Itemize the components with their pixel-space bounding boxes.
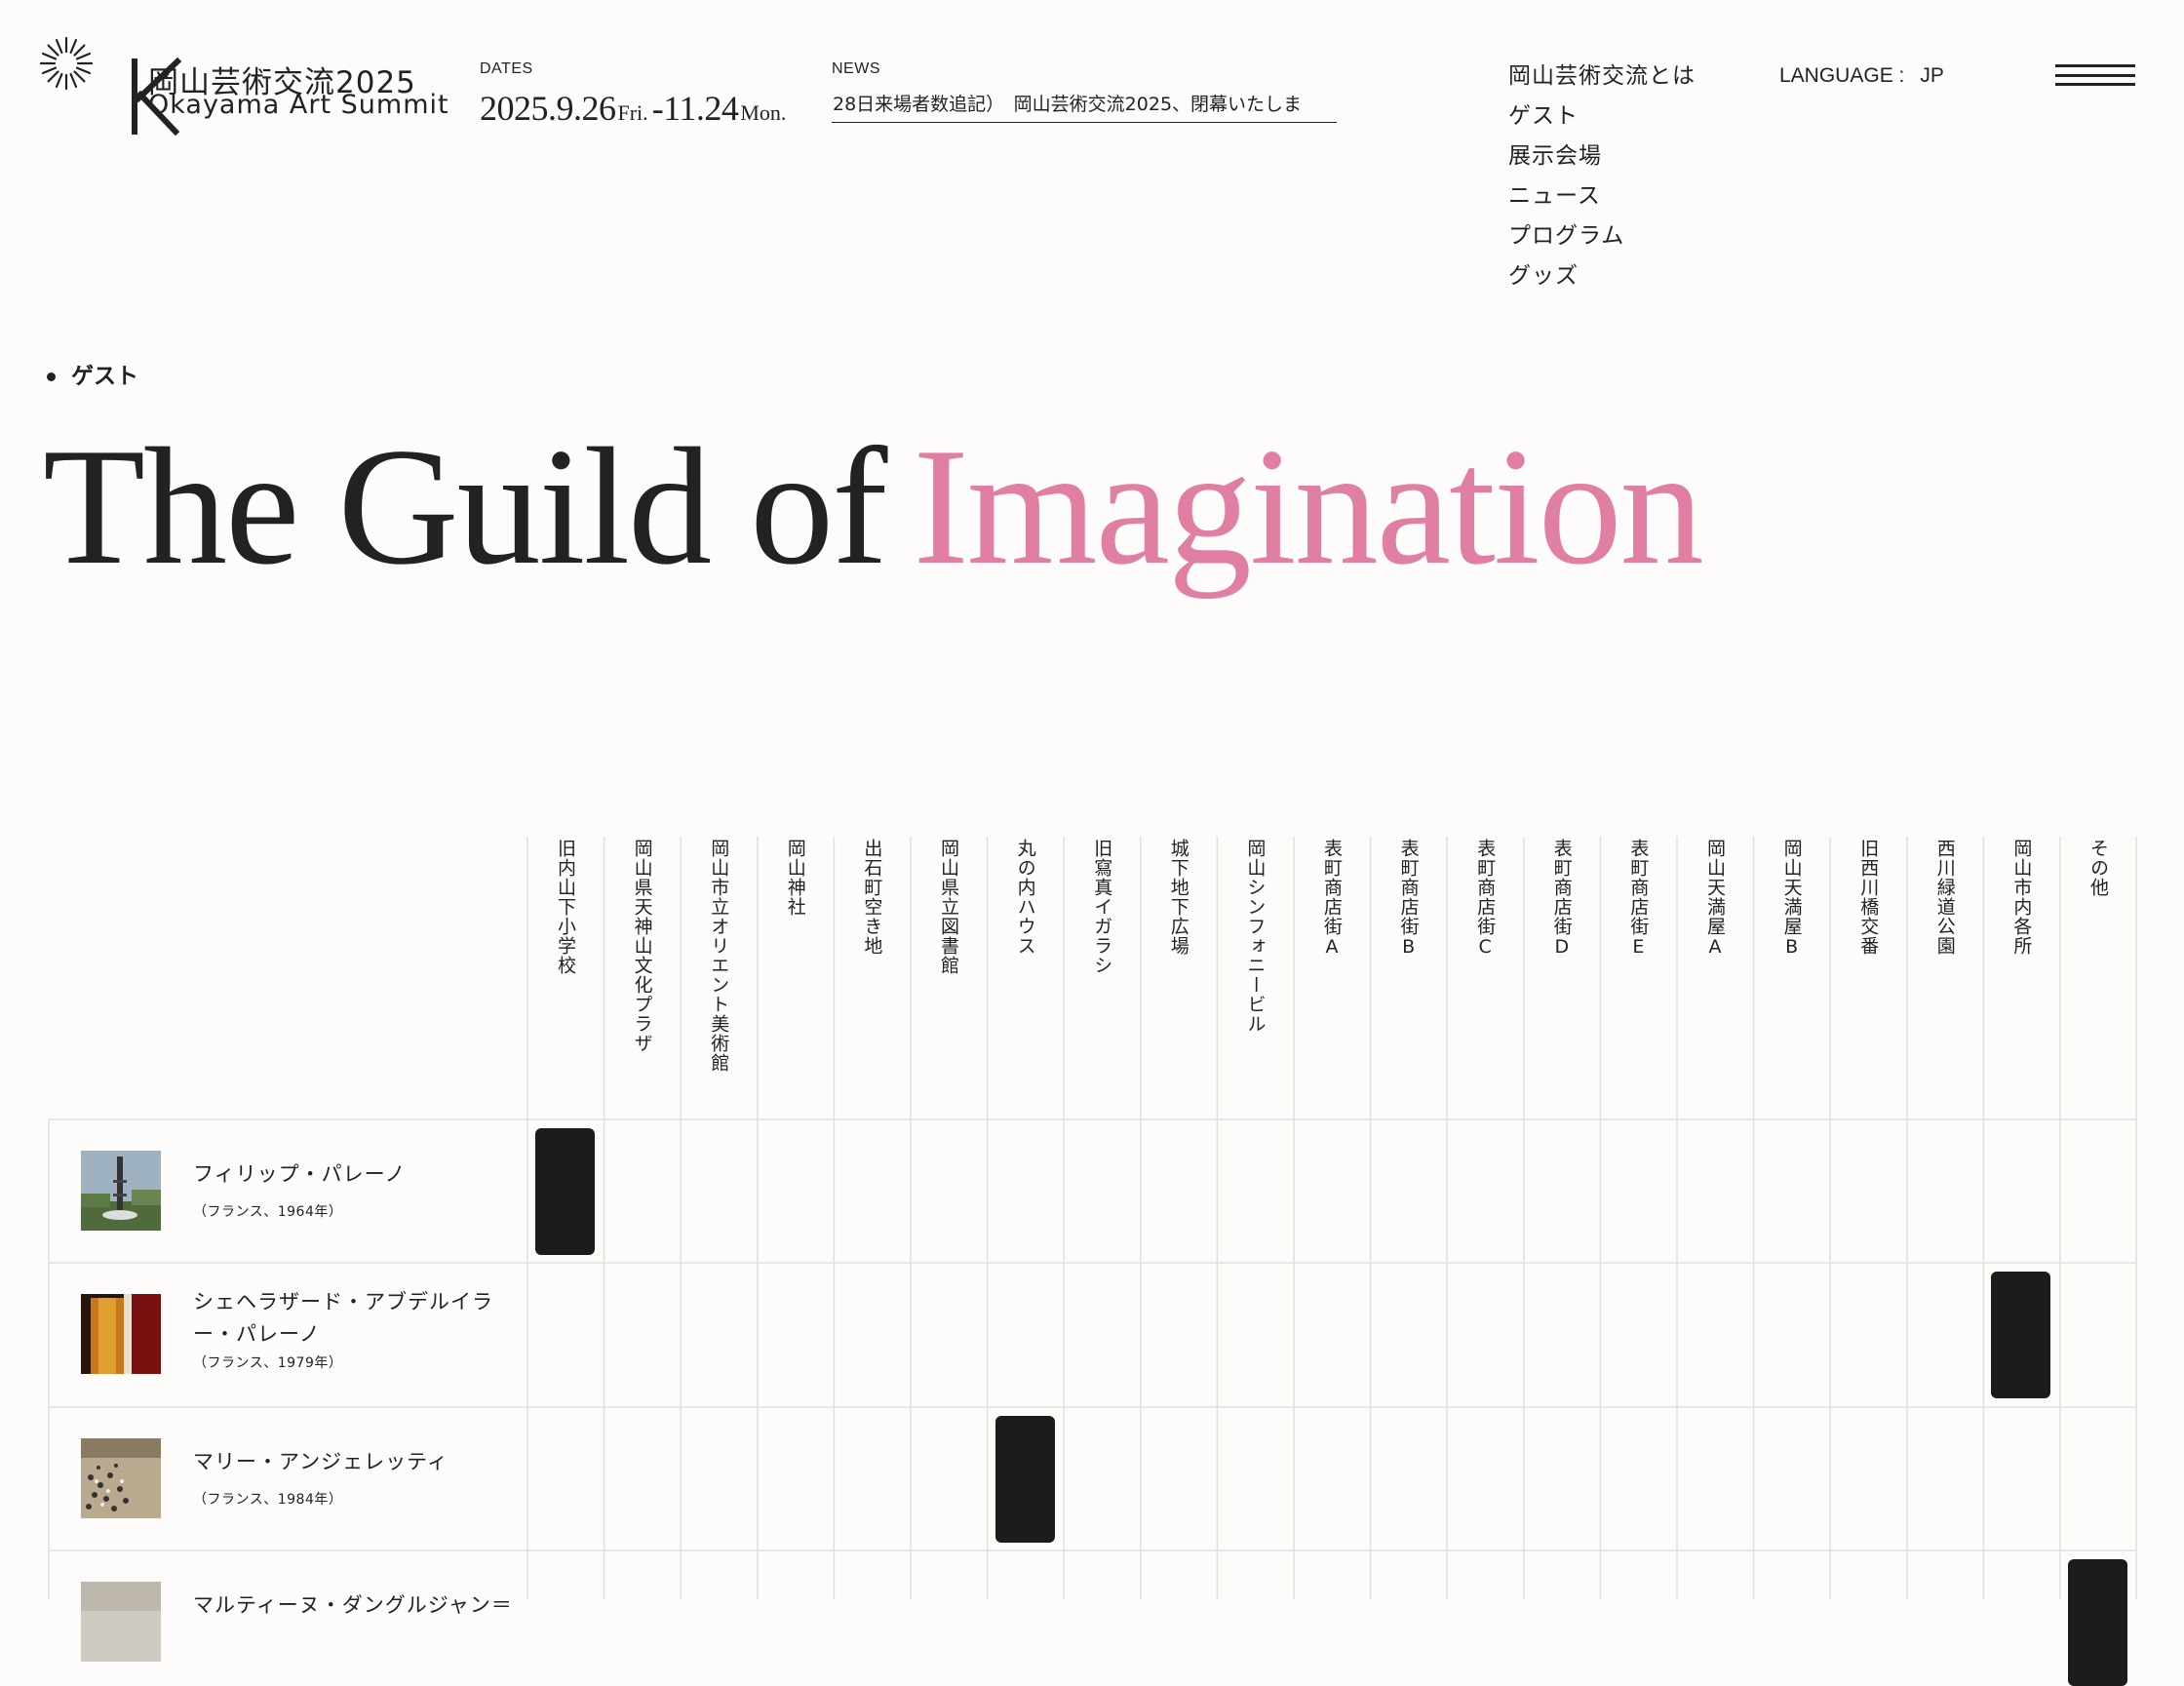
- artist-name[interactable]: マリー・アンジェレッティ: [193, 1446, 525, 1478]
- venue-column-header[interactable]: 岡山天満屋B: [1754, 839, 1830, 1121]
- nav-item-program[interactable]: プログラム: [1508, 216, 1696, 256]
- venue-label: 岡山シンフォニービル: [1244, 839, 1267, 1034]
- venue-column-header[interactable]: 旧西川橋交番: [1830, 839, 1906, 1121]
- main-navigation: 岡山芸術交流とは ゲスト 展示会場 ニュース プログラム グッズ: [1508, 57, 1696, 296]
- venue-column-header[interactable]: その他: [2060, 839, 2136, 1121]
- venue-column-header[interactable]: 表町商店街A: [1294, 839, 1370, 1121]
- venue-column-header[interactable]: 旧内山下小学校: [527, 839, 604, 1121]
- nav-item-venues[interactable]: 展示会場: [1508, 137, 1696, 176]
- page-title: The Guild of Imagination: [43, 400, 1704, 614]
- venue-column-header[interactable]: 岡山天満屋A: [1677, 839, 1753, 1121]
- venue-label: 表町商店街E: [1627, 839, 1650, 959]
- sunburst-logo-icon: [39, 36, 94, 91]
- artist-name[interactable]: マルティーヌ・ダングルジャン＝シ: [193, 1589, 515, 1622]
- venue-label: 旧寫真イガラシ: [1091, 839, 1113, 975]
- venue-column-header[interactable]: 岡山神社: [758, 839, 834, 1121]
- venue-label: 旧内山下小学校: [555, 839, 576, 975]
- artist-thumbnail[interactable]: [81, 1151, 161, 1231]
- venue-label: 出石町空き地: [861, 839, 883, 956]
- venue-marker[interactable]: [1991, 1272, 2051, 1398]
- hamburger-menu-icon[interactable]: [2055, 64, 2135, 86]
- nav-item-about[interactable]: 岡山芸術交流とは: [1508, 57, 1696, 97]
- venue-column-header[interactable]: 岡山シンフォニービル: [1217, 839, 1293, 1121]
- breadcrumb-label: ゲスト: [71, 364, 138, 389]
- venue-column-header[interactable]: 表町商店街D: [1524, 839, 1600, 1121]
- news-ticker: NEWS 月28日来場者数追記） 岡山芸術交流2025、閉幕いたしま: [832, 60, 1337, 123]
- site-logo[interactable]: 岡山芸術交流2025 Okayama Art Summit: [39, 36, 448, 137]
- venue-label: 表町商店街D: [1550, 839, 1573, 959]
- language-option-jp[interactable]: JP: [1920, 64, 1944, 87]
- venue-column-header[interactable]: 西川緑道公園: [1907, 839, 1983, 1121]
- logo-english-text: Okayama Art Summit: [148, 90, 449, 120]
- artist-thumbnail[interactable]: [81, 1438, 161, 1518]
- venue-column-header[interactable]: 岡山県立図書館: [911, 839, 987, 1121]
- start-weekday: Fri.: [617, 100, 648, 125]
- venue-label: 丸の内ハウス: [1014, 839, 1036, 956]
- venue-label: その他: [2087, 839, 2109, 897]
- venue-label: 旧西川橋交番: [1857, 839, 1880, 956]
- artist-meta: （フランス、1964年）: [193, 1204, 343, 1220]
- venue-column-header[interactable]: 岡山市内各所: [1983, 839, 2059, 1121]
- venue-label: 西川緑道公園: [1933, 839, 1956, 956]
- nav-item-news[interactable]: ニュース: [1508, 176, 1696, 216]
- venue-label: 表町商店街A: [1321, 839, 1343, 959]
- venue-label: 岡山市内各所: [2010, 839, 2033, 956]
- language-label: LANGUAGE :: [1779, 64, 1905, 87]
- news-ticker-link[interactable]: 月28日来場者数追記） 岡山芸術交流2025、閉幕いたしま: [832, 90, 1302, 116]
- venue-marker[interactable]: [2068, 1559, 2127, 1686]
- venue-label: 岡山市立オリエント美術館: [708, 839, 730, 1073]
- venue-label: 岡山神社: [784, 839, 806, 917]
- nav-item-goods[interactable]: グッズ: [1508, 256, 1696, 296]
- venue-label: 岡山天満屋B: [1780, 839, 1803, 959]
- start-date: 2025.9.26: [480, 89, 616, 128]
- artist-thumbnail[interactable]: [81, 1294, 161, 1374]
- dates-range: 2025.9.26Fri. -11.24Mon.: [480, 88, 790, 129]
- venue-label: 岡山県立図書館: [938, 839, 959, 975]
- venue-marker[interactable]: [994, 1416, 1055, 1543]
- artist-meta: （フランス、1979年）: [193, 1355, 343, 1371]
- artist-name[interactable]: シェヘラザード・アブデルイラー・パレーノ: [193, 1286, 525, 1351]
- venue-column-header[interactable]: 表町商店街E: [1600, 839, 1676, 1121]
- venue-marker[interactable]: [535, 1128, 595, 1255]
- nav-item-guests[interactable]: ゲスト: [1508, 97, 1696, 137]
- venue-column-header[interactable]: 出石町空き地: [834, 839, 910, 1121]
- venue-label: 表町商店街B: [1397, 839, 1420, 959]
- language-switcher: LANGUAGE : JP: [1779, 64, 1944, 88]
- dates-separator: -: [651, 89, 664, 128]
- title-pink-part: Imagination: [913, 414, 1703, 600]
- dates-label: DATES: [480, 60, 533, 77]
- venue-label: 岡山県天神山文化プラザ: [631, 839, 653, 1053]
- venue-column-header[interactable]: 旧寫真イガラシ: [1064, 839, 1140, 1121]
- end-weekday: Mon.: [740, 100, 787, 125]
- venue-column-header[interactable]: 表町商店街C: [1447, 839, 1523, 1121]
- event-dates: DATES 2025.9.26Fri. -11.24Mon.: [480, 60, 790, 129]
- artist-thumbnail[interactable]: [81, 1582, 161, 1662]
- end-date: 11.24: [663, 89, 739, 128]
- venue-column-header[interactable]: 表町商店街B: [1371, 839, 1447, 1121]
- section-breadcrumb: ゲスト: [47, 357, 138, 390]
- venue-column-header[interactable]: 岡山市立オリエント美術館: [681, 839, 757, 1121]
- venue-column-header[interactable]: 城下地下広場: [1141, 839, 1217, 1121]
- bullet-icon: [47, 372, 56, 381]
- news-label: NEWS: [832, 60, 880, 77]
- venue-column-header[interactable]: 岡山県天神山文化プラザ: [604, 839, 681, 1121]
- venue-label: 城下地下広場: [1167, 839, 1190, 956]
- venue-column-header[interactable]: 丸の内ハウス: [988, 839, 1064, 1121]
- artist-meta: （フランス、1984年）: [193, 1492, 343, 1508]
- venue-label: 岡山天満屋A: [1704, 839, 1726, 959]
- venue-label: 表町商店街C: [1474, 839, 1497, 959]
- news-ticker-window: 月28日来場者数追記） 岡山芸術交流2025、閉幕いたしま: [832, 90, 1337, 123]
- title-dark-part: The Guild of: [43, 414, 887, 600]
- artist-name[interactable]: フィリップ・パレーノ: [193, 1158, 525, 1191]
